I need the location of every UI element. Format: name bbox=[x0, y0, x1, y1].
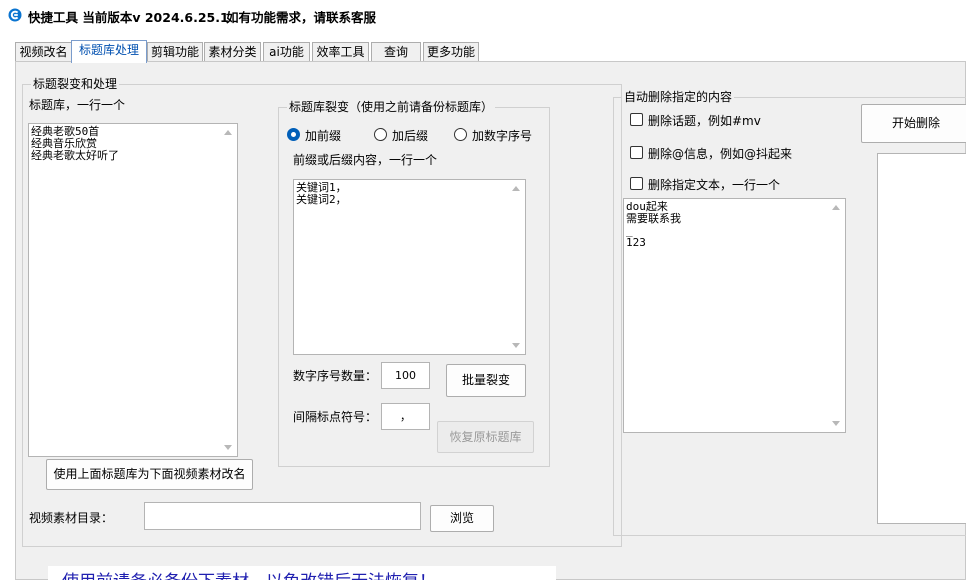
prefix-radio-label: 加前缀 bbox=[305, 129, 342, 143]
title-bar: 快捷工具 当前版本v 2024.6.25.1 如有功能需求，请联系客服 bbox=[0, 0, 966, 32]
start-delete-button[interactable]: 开始删除 bbox=[861, 104, 966, 143]
scroll-up-arrow-icon[interactable] bbox=[832, 205, 840, 210]
delete-text-textarea[interactable]: dou起来 需要联系我 _ 123 bbox=[623, 198, 846, 433]
delete-text-checkbox[interactable] bbox=[630, 177, 643, 190]
delete-mention-label: 删除@信息，例如@抖起来 bbox=[648, 147, 793, 161]
separator-input[interactable]: ， bbox=[381, 403, 430, 430]
number-count-input[interactable]: 100 bbox=[381, 362, 430, 389]
tab-title-library[interactable]: 标题库处理 bbox=[71, 40, 147, 63]
video-dir-label: 视频素材目录： bbox=[29, 511, 114, 525]
tab-efficiency-tools[interactable]: 效率工具 bbox=[312, 42, 369, 62]
number-radio[interactable] bbox=[454, 128, 467, 141]
tab-panel: 标题裂变和处理 标题库，一行一个 经典老歌50首 经典音乐欣赏 经典老歌太好听了… bbox=[15, 61, 966, 580]
tab-query[interactable]: 查询 bbox=[371, 42, 421, 62]
delete-topic-checkbox[interactable] bbox=[630, 113, 643, 126]
scroll-up-arrow-icon[interactable] bbox=[512, 186, 520, 191]
title-processing-group-title: 标题裂变和处理 bbox=[31, 77, 120, 91]
number-radio-label: 加数字序号 bbox=[472, 129, 533, 143]
app-title: 快捷工具 当前版本v 2024.6.25.1 bbox=[28, 10, 229, 25]
auto-delete-group-title: 自动删除指定的内容 bbox=[622, 90, 735, 104]
delete-topic-label: 删除话题，例如#mv bbox=[648, 114, 761, 128]
tab-strip: 视频改名 标题库处理 剪辑功能 素材分类 ai功能 效率工具 查询 更多功能 bbox=[0, 40, 966, 63]
fission-group-title: 标题库裂变（使用之前请备份标题库） bbox=[287, 100, 496, 114]
scroll-down-arrow-icon[interactable] bbox=[512, 343, 520, 348]
tab-material-sort[interactable]: 素材分类 bbox=[204, 42, 261, 62]
title-library-textarea[interactable]: 经典老歌50首 经典音乐欣赏 经典老歌太好听了 bbox=[28, 123, 238, 457]
scroll-down-arrow-icon[interactable] bbox=[224, 445, 232, 450]
suffix-radio[interactable] bbox=[374, 128, 387, 141]
video-dir-input[interactable] bbox=[144, 502, 421, 530]
tab-editing[interactable]: 剪辑功能 bbox=[147, 42, 203, 62]
scroll-down-arrow-icon[interactable] bbox=[832, 421, 840, 426]
tab-video-rename[interactable]: 视频改名 bbox=[15, 42, 72, 62]
affix-content-line: 关键词2， bbox=[296, 193, 347, 206]
affix-content-label: 前缀或后缀内容，一行一个 bbox=[293, 153, 438, 167]
batch-fission-button[interactable]: 批量裂变 bbox=[446, 364, 526, 397]
affix-content-textarea[interactable]: 关键词1， 关键词2， bbox=[293, 179, 526, 355]
delete-text-line: 需要联系我 bbox=[626, 212, 681, 225]
warning-banner: 使用前请务必备份下素材，以免改错后无法恢复！ bbox=[48, 566, 556, 580]
scroll-up-arrow-icon[interactable] bbox=[224, 130, 232, 135]
contact-notice: 如有功能需求，请联系客服 bbox=[226, 10, 377, 25]
suffix-radio-label: 加后缀 bbox=[392, 129, 429, 143]
delete-text-scrollbar[interactable] bbox=[828, 200, 844, 431]
tab-ai[interactable]: ai功能 bbox=[263, 42, 310, 62]
delete-text-line: _ bbox=[626, 224, 633, 237]
number-count-label: 数字序号数量： bbox=[293, 369, 378, 383]
title-library-scrollbar[interactable] bbox=[220, 125, 236, 455]
backup-warning-text: 使用前请务必备份下素材，以免改错后无法恢复！ bbox=[62, 572, 436, 580]
app-logo-icon bbox=[8, 8, 22, 22]
delete-text-line: 123 bbox=[626, 236, 646, 249]
browse-button[interactable]: 浏览 bbox=[430, 505, 494, 532]
title-library-line: 经典老歌太好听了 bbox=[31, 149, 119, 162]
affix-content-scrollbar[interactable] bbox=[508, 181, 524, 353]
delete-text-label: 删除指定文本，一行一个 bbox=[648, 178, 781, 192]
title-library-label: 标题库，一行一个 bbox=[29, 98, 126, 112]
restore-library-button[interactable]: 恢复原标题库 bbox=[437, 421, 534, 453]
delete-mention-checkbox[interactable] bbox=[630, 146, 643, 159]
prefix-radio[interactable] bbox=[287, 128, 300, 141]
delete-log-output bbox=[877, 153, 966, 524]
separator-label: 间隔标点符号： bbox=[293, 410, 378, 424]
tab-more[interactable]: 更多功能 bbox=[423, 42, 479, 62]
rename-with-library-button[interactable]: 使用上面标题库为下面视频素材改名 bbox=[46, 459, 253, 490]
